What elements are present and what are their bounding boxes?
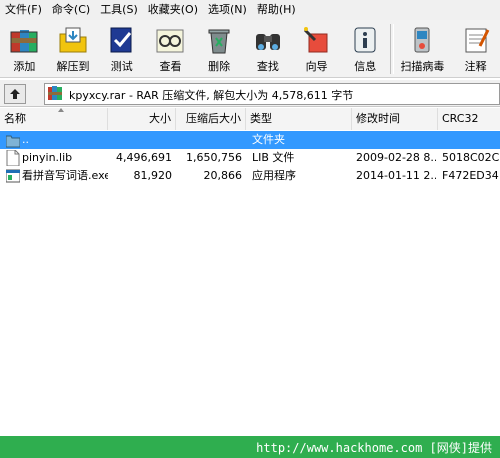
wizard-button[interactable]: 向导 xyxy=(292,20,341,77)
column-header-packed[interactable]: 压缩后大小 xyxy=(176,108,246,130)
sort-arrow-icon xyxy=(58,108,64,112)
file-type: 文件夹 xyxy=(252,133,285,146)
delete-label: 删除 xyxy=(208,60,231,73)
address-bar: kpyxcy.rar - RAR 压缩文件, 解包大小为 4,578,611 字… xyxy=(0,80,500,107)
file-size xyxy=(108,131,172,149)
column-header-type[interactable]: 类型 xyxy=(246,108,352,130)
folder-up-icon xyxy=(6,135,20,148)
test-label: 测试 xyxy=(110,60,133,73)
wizard-label: 向导 xyxy=(305,60,328,73)
file-modified: 2009-02-28 8... xyxy=(356,151,436,164)
find-button[interactable]: 查找 xyxy=(244,20,293,77)
comment-button[interactable]: 注释 xyxy=(451,20,500,77)
menu-tools[interactable]: 工具(S) xyxy=(95,0,143,20)
up-folder-button[interactable] xyxy=(4,84,26,104)
view-glasses-icon xyxy=(156,29,184,53)
info-icon xyxy=(354,27,376,53)
column-header-name[interactable]: 名称 xyxy=(0,108,108,130)
extract-folder-icon xyxy=(59,27,87,53)
binoculars-icon xyxy=(255,34,280,50)
find-label: 查找 xyxy=(256,60,279,73)
file-packed-size: 20,866 xyxy=(203,169,243,182)
file-size: 4,496,691 xyxy=(116,151,172,164)
wizard-wand-icon xyxy=(303,27,328,53)
file-packed-size: 1,650,756 xyxy=(186,151,242,164)
view-label: 查看 xyxy=(159,60,182,73)
file-size: 81,920 xyxy=(133,169,173,182)
menu-options[interactable]: 选项(N) xyxy=(203,0,252,20)
file-crc: 5018C02C xyxy=(442,151,500,164)
file-crc: F472ED34 xyxy=(442,169,499,182)
extract-label: 解压到 xyxy=(56,60,90,73)
file-list: .. 文件夹 pinyin.lib 4,496,691 1,650,756 LI… xyxy=(0,130,500,436)
menu-bar: 文件(F) 命令(C) 工具(S) 收藏夹(O) 选项(N) 帮助(H) xyxy=(0,0,500,21)
file-document-icon xyxy=(6,150,20,166)
recycle-bin-icon xyxy=(208,29,230,54)
application-exe-icon xyxy=(6,169,20,183)
add-label: 添加 xyxy=(13,60,36,73)
test-icon xyxy=(110,27,132,53)
list-item[interactable]: 看拼音写词语.exe 81,920 20,866 应用程序 2014-01-11… xyxy=(0,167,500,185)
comment-note-icon xyxy=(465,28,489,53)
file-type: 应用程序 xyxy=(252,169,296,182)
info-button[interactable]: 信息 xyxy=(341,20,390,77)
file-modified xyxy=(356,131,436,149)
archive-path-field[interactable]: kpyxcy.rar - RAR 压缩文件, 解包大小为 4,578,611 字… xyxy=(44,83,500,105)
info-label: 信息 xyxy=(354,60,377,73)
column-header-modified[interactable]: 修改时间 xyxy=(352,108,438,130)
rar-archive-icon xyxy=(48,86,62,100)
status-text: http://www.hackhome.com [网侠]提供 xyxy=(256,441,492,455)
virus-scan-icon xyxy=(414,27,430,53)
view-button[interactable]: 查看 xyxy=(146,20,195,77)
menu-help[interactable]: 帮助(H) xyxy=(252,0,301,20)
file-list-header: 名称 大小 压缩后大小 类型 修改时间 CRC32 xyxy=(0,108,500,131)
file-type: LIB 文件 xyxy=(252,151,295,164)
file-packed-size xyxy=(176,131,242,149)
file-name: .. xyxy=(22,133,29,146)
column-header-size[interactable]: 大小 xyxy=(108,108,176,130)
delete-button[interactable]: 删除 xyxy=(195,20,244,77)
scan-virus-label: 扫描病毒 xyxy=(400,60,445,73)
column-header-crc[interactable]: CRC32 xyxy=(438,108,500,130)
extract-button[interactable]: 解压到 xyxy=(49,20,98,77)
list-item[interactable]: .. 文件夹 xyxy=(0,131,500,149)
menu-file[interactable]: 文件(F) xyxy=(0,0,47,20)
arrow-up-icon xyxy=(10,89,20,99)
file-modified: 2014-01-11 2... xyxy=(356,169,436,182)
list-item[interactable]: pinyin.lib 4,496,691 1,650,756 LIB 文件 20… xyxy=(0,149,500,167)
archive-books-icon xyxy=(10,30,38,53)
toolbar: 添加 解压到 测试 查看 删除 查找 向导 信息 扫描病毒 注释 xyxy=(0,20,500,78)
comment-label: 注释 xyxy=(464,60,487,73)
file-name: 看拼音写词语.exe xyxy=(22,169,108,182)
file-name: pinyin.lib xyxy=(22,151,73,164)
test-button[interactable]: 测试 xyxy=(97,20,146,77)
add-button[interactable]: 添加 xyxy=(0,20,49,77)
menu-favorites[interactable]: 收藏夹(O) xyxy=(143,0,203,20)
menu-command[interactable]: 命令(C) xyxy=(47,0,95,20)
column-name-label: 名称 xyxy=(4,112,26,125)
scan-virus-button[interactable]: 扫描病毒 xyxy=(394,20,452,77)
status-bar: http://www.hackhome.com [网侠]提供 xyxy=(0,436,500,458)
file-crc xyxy=(442,131,500,149)
archive-path-text: kpyxcy.rar - RAR 压缩文件, 解包大小为 4,578,611 字… xyxy=(69,89,354,102)
